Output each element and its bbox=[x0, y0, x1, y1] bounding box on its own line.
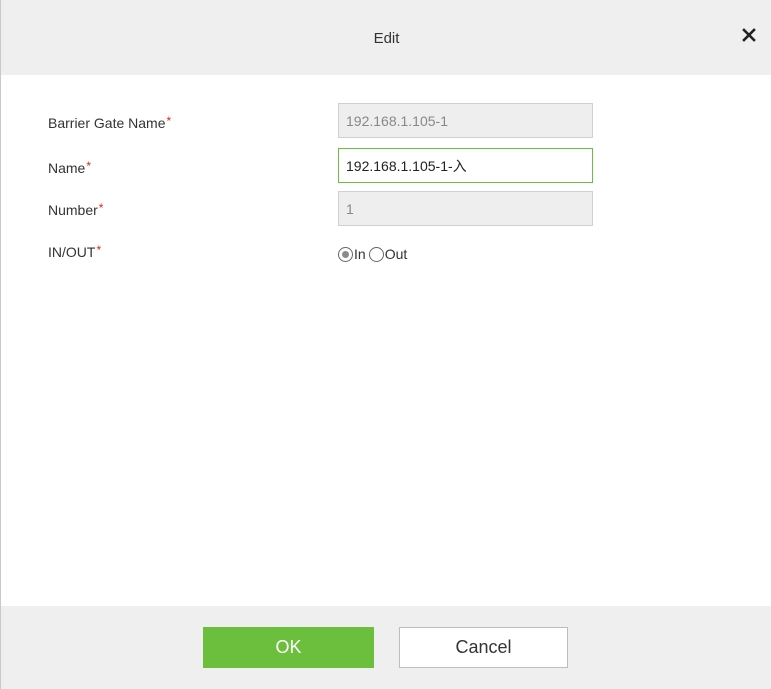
required-marker: * bbox=[96, 243, 102, 257]
close-icon[interactable] bbox=[740, 26, 758, 44]
number-field[interactable] bbox=[338, 191, 593, 226]
cancel-button[interactable]: Cancel bbox=[399, 627, 568, 668]
radio-out-button[interactable] bbox=[368, 246, 384, 262]
required-marker: * bbox=[98, 201, 104, 215]
radio-in-label: In bbox=[354, 246, 366, 262]
in-out-radio-group: In Out bbox=[338, 244, 407, 264]
radio-in[interactable]: In bbox=[338, 246, 366, 262]
barrier-gate-name-label: Barrier Gate Name* bbox=[48, 114, 172, 131]
radio-out-label: Out bbox=[384, 246, 408, 262]
edit-dialog: Edit Barrier Gate Name* Name* Number* IN… bbox=[0, 0, 771, 689]
required-marker: * bbox=[166, 114, 172, 128]
radio-in-button[interactable] bbox=[338, 246, 353, 262]
name-field[interactable] bbox=[338, 148, 593, 183]
dialog-footer: OK Cancel bbox=[1, 606, 771, 689]
in-out-label: IN/OUT* bbox=[48, 243, 102, 260]
dialog-title: Edit bbox=[373, 30, 400, 47]
barrier-gate-name-field[interactable] bbox=[338, 103, 593, 138]
required-marker: * bbox=[86, 159, 92, 173]
dialog-header: Edit bbox=[1, 0, 771, 75]
number-label: Number* bbox=[48, 201, 104, 218]
radio-out[interactable]: Out bbox=[368, 246, 408, 262]
ok-button[interactable]: OK bbox=[203, 627, 374, 668]
name-label: Name* bbox=[48, 159, 92, 176]
